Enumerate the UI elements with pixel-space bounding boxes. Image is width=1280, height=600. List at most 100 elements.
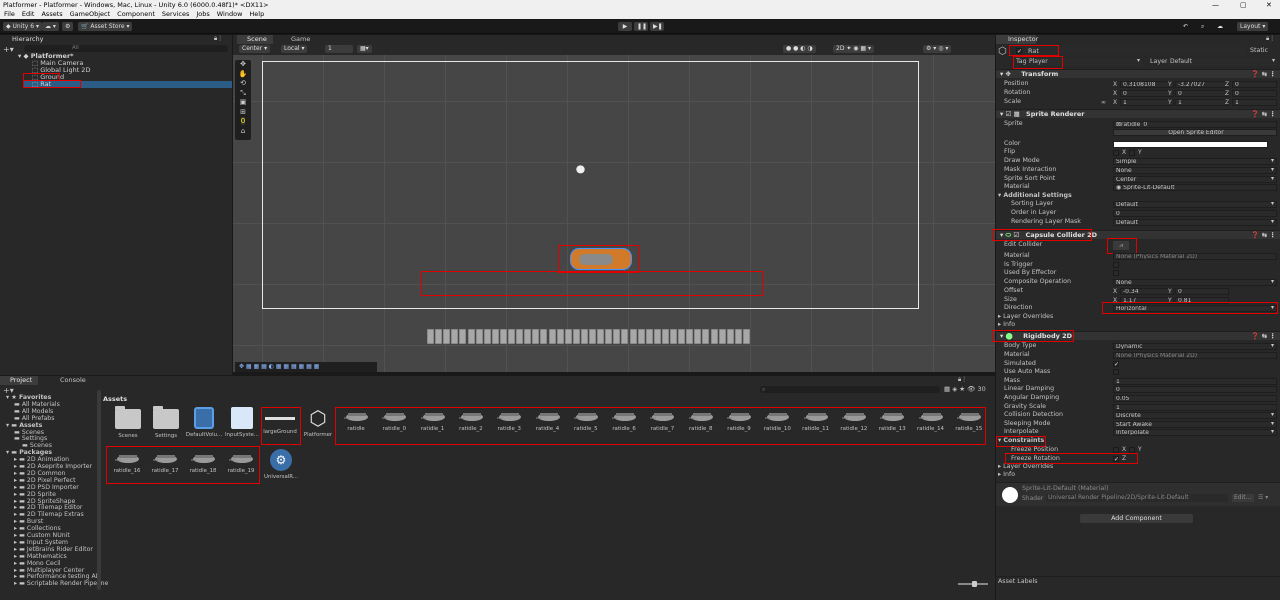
project-filter-icons[interactable]: ▦ ◈ ★ 👁 30 [944,385,986,393]
static-toggle[interactable]: Static [1250,47,1268,54]
scale-x-field[interactable]: 1 [1120,99,1174,106]
tab-scene[interactable]: Scene [237,35,273,44]
shader-dropdown[interactable]: Universal Render Pipeline/2D/Sprite-Lit-… [1046,494,1228,502]
cloud-sync-icon[interactable]: ☁ [1214,22,1226,31]
pause-icon[interactable]: ❚❚ [634,22,648,31]
is-trigger-checkbox[interactable] [1113,262,1119,268]
tab-game[interactable]: Game [281,35,316,44]
add-component-button[interactable]: Add Component [1080,514,1193,523]
minimize-button[interactable]: — [1212,0,1219,10]
sorting-layer-dropdown[interactable]: Default [1113,201,1277,208]
tab-project[interactable]: Project [0,376,39,385]
rb-material-field[interactable]: None (Physics Material 2D) [1113,352,1277,359]
scale-y-field[interactable]: 1 [1175,99,1229,106]
asset-store-button[interactable]: 🛒 Asset Store ▾ [78,22,133,31]
asset-default-volume[interactable]: DefaultVolu... [185,405,223,438]
step-icon[interactable]: ▶❚ [650,22,664,31]
cc-layer-overrides-foldout[interactable]: ▸ Layer Overrides [998,313,1053,321]
flip-x-checkbox[interactable] [1113,150,1119,156]
interpolate-dropdown[interactable]: Interpolate [1113,429,1277,436]
draw-mode-dropdown[interactable]: Simple [1113,158,1277,165]
asset-input-system[interactable]: InputSyste... [223,405,261,438]
gravity-scale-field[interactable]: 1 [1113,404,1277,411]
gizmos-icon[interactable]: ⚙ ▾ ◎ ▾ [923,45,952,53]
transform-header[interactable]: ▾ ✥ Transform ❓ ⇆ ⋮ [996,69,1280,78]
menu-edit[interactable]: Edit [22,10,35,19]
composite-dropdown[interactable]: None [1113,279,1277,286]
add-icon[interactable]: +▾ [3,45,14,54]
rotation-z-field[interactable]: 0 [1232,90,1277,97]
asset-settings-folder[interactable]: Settings [147,405,185,439]
order-field[interactable]: 0 [1113,210,1277,217]
body-type-dropdown[interactable]: Dynamic [1113,343,1277,350]
pivot-dropdown[interactable]: Center ▾ [239,45,271,53]
used-by-effector-checkbox[interactable] [1113,270,1119,276]
grid-snap-field[interactable]: 1 [325,45,353,53]
menu-gameobject[interactable]: GameObject [70,10,111,19]
menu-file[interactable]: File [4,10,15,19]
menu-component[interactable]: Component [117,10,155,19]
hierarchy-search-input[interactable]: All [24,45,228,52]
layout-dropdown[interactable]: Layout ▾ [1237,22,1269,31]
2d-toggle-icon[interactable]: 2D ✦ ◉ ▦ ▾ [833,45,875,53]
close-button[interactable]: ✕ [1266,0,1272,10]
rotation-x-field[interactable]: 0 [1120,90,1174,97]
space-dropdown[interactable]: Local ▾ [281,45,308,53]
account-button[interactable]: ◆ Unity 6 ▾ [3,22,42,31]
project-lock-icon[interactable]: 🔒︎⋮ [958,376,967,384]
cloud-icon[interactable]: ☁ ▾ [42,22,59,31]
lock-icon[interactable]: 🔒︎⋮ [214,35,223,43]
asset-platformer-scene[interactable]: ⬡ Platformer [299,405,337,438]
menu-assets[interactable]: Assets [41,10,62,19]
rb-layer-overrides-foldout[interactable]: ▸ Layer Overrides [998,463,1053,471]
search-icon[interactable]: ⌕ [1198,22,1207,31]
mass-field[interactable]: 1 [1113,378,1277,385]
offset-y-field[interactable]: 0 [1175,288,1229,295]
sr-material-field[interactable]: ◉ Sprite-Lit-Default [1113,184,1277,191]
tile-palette-toolbar[interactable]: ✥ ▦ ▦ ▦ ◐ ▦ ▦ ▦ ▦ ▦ ▦ [235,362,377,372]
menu-services[interactable]: Services [162,10,189,19]
collision-detection-dropdown[interactable]: Discrete [1113,412,1277,419]
sort-point-dropdown[interactable]: Center [1113,176,1277,183]
mask-dropdown[interactable]: None [1113,167,1277,174]
sleeping-mode-dropdown[interactable]: Start Awake [1113,421,1277,428]
project-tree-scrollbar[interactable] [97,390,101,590]
shader-menu-icon[interactable]: ☰ ▾ [1258,494,1268,501]
settings-icon[interactable]: ⚙ [62,22,74,31]
rotation-y-field[interactable]: 0 [1175,90,1229,97]
link-icon[interactable]: ∞ [1101,99,1106,106]
inspector-lock-icon[interactable]: 🔒︎⋮ [1266,35,1275,43]
undo-history-icon[interactable]: ↶ [1180,22,1191,31]
color-field[interactable] [1113,141,1268,148]
sprite-renderer-header[interactable]: ▾ ☑ ▦ Sprite Renderer ❓ ⇆ ⋮ [996,109,1280,118]
position-y-field[interactable]: -3.27027 [1175,81,1229,88]
menu-jobs[interactable]: Jobs [196,10,209,19]
rendering-mask-dropdown[interactable]: Default [1113,219,1277,226]
cc-info-foldout[interactable]: ▸ Info [998,321,1015,329]
scale-z-field[interactable]: 1 [1232,99,1277,106]
tool-palette[interactable]: ✥ ✋ ⟲ ⤡ ▣ ⊞ 0 ⌂ [235,60,251,140]
play-icon[interactable]: ▶ [618,22,632,31]
cc-material-field[interactable]: None (Physics Material 2D) [1113,253,1277,260]
draw-mode-icon[interactable]: ● ● ◐ ◑ [783,45,816,53]
menu-help[interactable]: Help [249,10,264,19]
project-search-input[interactable]: ⌕ [760,386,940,393]
project-breadcrumb[interactable]: Assets [103,395,127,403]
menu-window[interactable]: Window [217,10,243,19]
asset-scenes-folder[interactable]: Scenes [109,405,147,439]
camera-gizmo-icon[interactable]: ⏺ [576,159,585,180]
tab-console[interactable]: Console [50,376,92,385]
inspector-tab[interactable]: Inspector [996,35,1038,44]
flip-y-checkbox[interactable] [1129,150,1135,156]
layer-dropdown[interactable]: Default [1167,57,1277,66]
scene-view[interactable]: ⏺ ✥ ✋ ⟲ ⤡ ▣ ⊞ 0 ⌂ ✥ ▦ ▦ ▦ ◐ ▦ ▦ ▦ ▦ ▦ ▦ [233,55,995,372]
snap-grid-icon[interactable]: ▦▾ [357,45,372,53]
zoom-slider-handle[interactable] [972,581,977,587]
position-x-field[interactable]: 0.3108108 [1120,81,1174,88]
project-tree-item[interactable]: ▸ ▬ Scriptable Render Pipeline [14,580,108,587]
maximize-button[interactable]: ▢ [1240,0,1247,10]
auto-mass-checkbox[interactable] [1113,369,1119,375]
rb-info-foldout[interactable]: ▸ Info [998,471,1015,479]
linear-damping-field[interactable]: 0 [1113,386,1277,393]
angular-damping-field[interactable]: 0.05 [1113,395,1277,402]
